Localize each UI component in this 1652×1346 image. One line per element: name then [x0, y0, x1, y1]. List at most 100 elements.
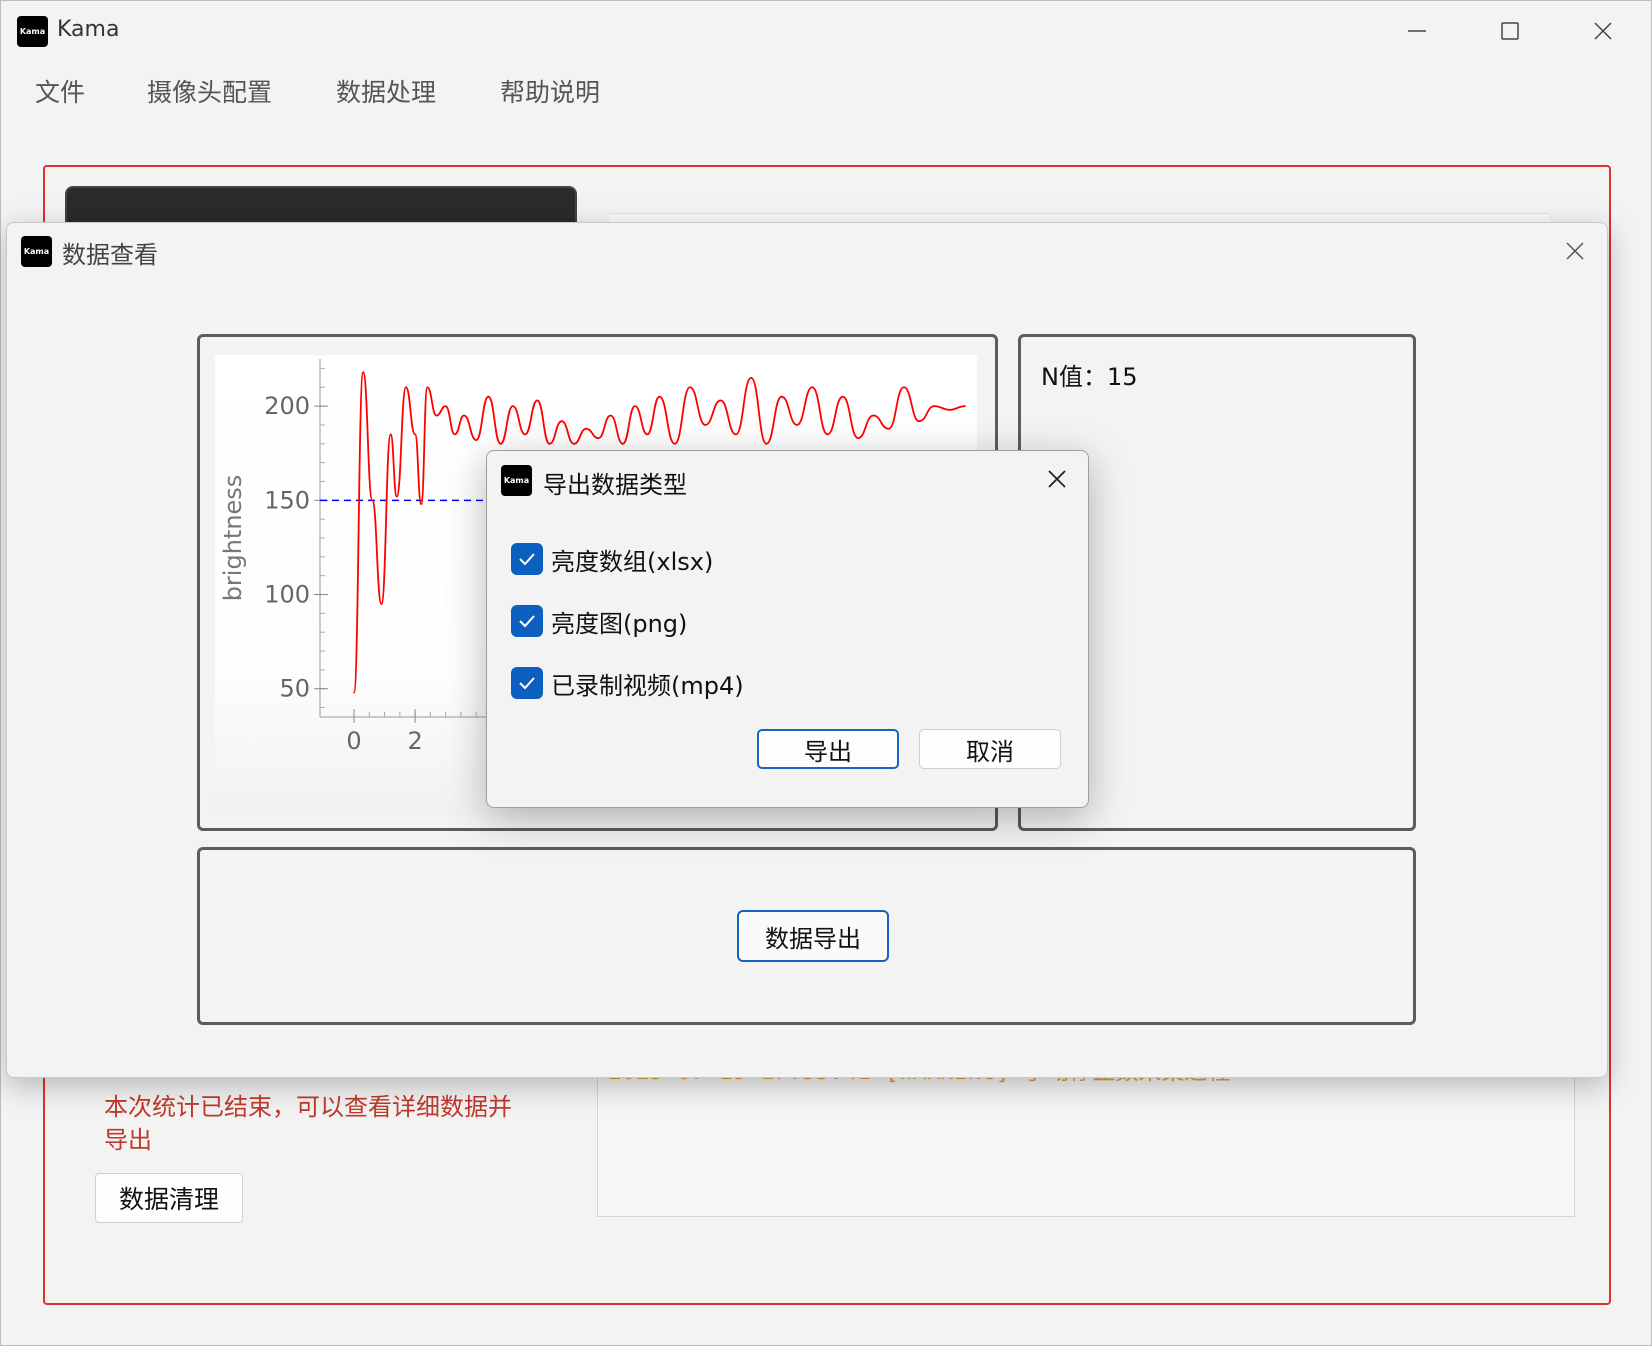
brightness-data-point	[512, 405, 514, 407]
checkbox-brightness-array[interactable]	[511, 543, 543, 575]
brightness-data-point	[405, 386, 407, 389]
brightness-data-point	[463, 414, 465, 417]
brightness-data-point	[499, 442, 502, 445]
brightness-data-point	[842, 395, 844, 398]
brightness-data-point	[964, 405, 966, 407]
brightness-data-point	[560, 420, 563, 422]
brightness-data-point	[780, 395, 783, 398]
minimize-icon	[1408, 30, 1426, 32]
brightness-data-point	[765, 442, 768, 445]
brightness-data-point	[444, 405, 447, 407]
brightness-data-point	[750, 377, 752, 379]
y-tick-label: 200	[264, 392, 310, 420]
brightness-data-point	[689, 386, 691, 389]
menu-bar: 文件 摄像头配置 数据处理 帮助说明	[1, 67, 1651, 115]
checkmark-icon	[519, 615, 535, 628]
brightness-data-point	[887, 427, 890, 430]
x-tick-label: 0	[346, 727, 361, 755]
cancel-button[interactable]: 取消	[919, 729, 1061, 769]
brightness-data-point	[380, 603, 383, 605]
brightness-data-point	[622, 442, 624, 445]
brightness-data-point	[796, 424, 798, 426]
log-panel: 2025-07-19 17:55:41 [WARNING] 手动停止数采集过程	[597, 1061, 1575, 1217]
brightness-data-point	[704, 424, 707, 426]
export-button[interactable]: 导出	[757, 729, 899, 769]
dialog-logo: Kama	[21, 236, 52, 267]
y-tick-label: 50	[279, 675, 310, 703]
menu-camera-config[interactable]: 摄像头配置	[147, 73, 272, 109]
brightness-data-point	[414, 433, 416, 436]
y-tick-label: 150	[264, 486, 310, 514]
export-type-dialog: Kama 导出数据类型 亮度数组(xlsx) 亮度图(png) 已录制视频(mp…	[486, 450, 1089, 808]
brightness-data-point	[658, 395, 661, 398]
maximize-button[interactable]	[1488, 11, 1532, 51]
y-axis-label: brightness	[219, 475, 247, 602]
minimize-button[interactable]	[1395, 11, 1439, 51]
close-icon	[1594, 22, 1612, 40]
brightness-data-point	[903, 386, 905, 389]
option-label: 亮度数组(xlsx)	[551, 547, 714, 576]
brightness-data-point	[673, 442, 676, 445]
brightness-data-point	[872, 414, 875, 417]
brightness-data-point	[454, 433, 456, 436]
brightness-data-point	[811, 386, 814, 389]
data-view-title: 数据查看	[62, 241, 158, 269]
brightness-data-point	[735, 433, 737, 436]
app-title: Kama	[57, 17, 120, 42]
export-dialog-close-button[interactable]	[1035, 459, 1079, 499]
close-icon	[1048, 470, 1066, 488]
brightness-data-point	[609, 414, 612, 417]
brightness-data-point	[646, 433, 649, 436]
brightness-data-point	[353, 691, 355, 694]
brightness-data-point	[857, 437, 859, 439]
option-label: 亮度图(png)	[551, 609, 688, 638]
menu-help[interactable]: 帮助说明	[500, 73, 600, 109]
menu-data-processing[interactable]: 数据处理	[336, 73, 436, 109]
brightness-data-point	[487, 395, 490, 398]
dialog-logo: Kama	[501, 465, 532, 496]
data-view-close-button[interactable]	[1553, 231, 1597, 271]
brightness-data-point	[933, 405, 936, 407]
option-recorded-video[interactable]: 已录制视频(mp4)	[511, 665, 744, 701]
brightness-data-point	[362, 371, 364, 373]
n-value-label: N值：15	[1041, 363, 1138, 391]
brightness-data-point	[371, 499, 374, 502]
brightness-data-point	[719, 399, 722, 402]
data-export-button[interactable]: 数据导出	[737, 910, 889, 962]
menu-file[interactable]: 文件	[35, 73, 85, 109]
brightness-data-point	[548, 442, 551, 445]
close-icon	[1566, 242, 1584, 260]
x-tick-label: 2	[407, 727, 422, 755]
option-brightness-image[interactable]: 亮度图(png)	[511, 603, 687, 639]
brightness-data-point	[536, 399, 539, 402]
brightness-data-point	[426, 386, 429, 389]
data-clean-button[interactable]: 数据清理	[95, 1173, 243, 1223]
status-message: 本次统计已结束，可以查看详细数据并导出	[104, 1093, 512, 1154]
brightness-data-point	[573, 442, 575, 445]
brightness-data-point	[395, 495, 398, 498]
brightness-data-point	[585, 427, 587, 430]
brightness-data-point	[634, 405, 636, 407]
brightness-data-point	[524, 433, 526, 436]
checkmark-icon	[519, 677, 535, 690]
maximize-icon	[1501, 22, 1519, 40]
brightness-data-point	[475, 439, 478, 441]
export-panel: 数据导出	[197, 847, 1416, 1025]
brightness-data-point	[389, 433, 392, 436]
y-tick-label: 100	[264, 581, 310, 609]
checkbox-recorded-video[interactable]	[511, 667, 543, 699]
brightness-data-point	[597, 437, 600, 439]
camera-preview-panel	[65, 186, 577, 226]
option-label: 已录制视频(mp4)	[551, 671, 744, 700]
brightness-data-point	[918, 420, 920, 422]
checkbox-brightness-image[interactable]	[511, 605, 543, 637]
option-brightness-array[interactable]: 亮度数组(xlsx)	[511, 541, 713, 577]
brightness-data-point	[948, 409, 951, 411]
app-logo: Kama	[17, 16, 48, 47]
brightness-data-point	[826, 433, 829, 436]
brightness-data-point	[435, 414, 438, 417]
title-bar: Kama Kama	[1, 1, 1651, 61]
export-dialog-title: 导出数据类型	[543, 471, 687, 499]
brightness-data-point	[420, 503, 423, 505]
close-window-button[interactable]	[1581, 11, 1625, 51]
